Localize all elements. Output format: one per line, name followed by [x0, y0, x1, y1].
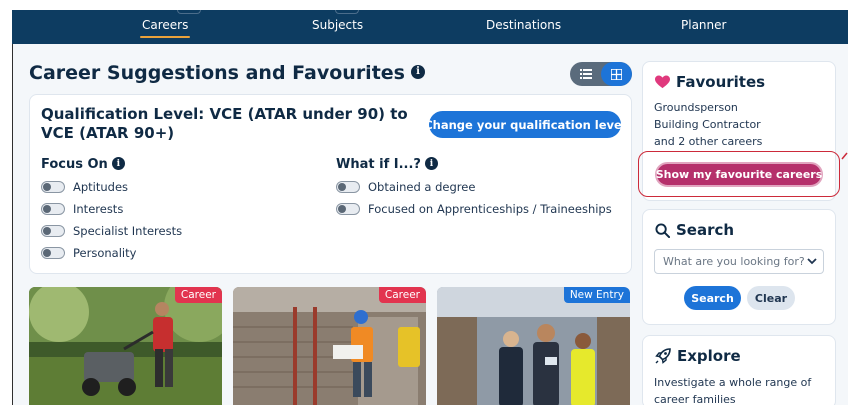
toggle-label: Focused on Apprenticeships / Traineeship… — [368, 202, 612, 216]
nav-tab-destinations[interactable]: Destinations — [486, 18, 561, 32]
grid-icon — [611, 68, 622, 80]
toggle-obtained-degree[interactable]: Obtained a degree — [336, 179, 475, 195]
page-title-text: Career Suggestions and Favourites — [29, 62, 405, 84]
info-icon[interactable]: i — [410, 64, 425, 79]
clear-button[interactable]: Clear — [747, 286, 795, 310]
nav-tab-planner[interactable]: Planner — [681, 18, 726, 32]
favourite-item: and 2 other careers — [654, 135, 763, 148]
toggle-specialist-interests[interactable]: Specialist Interests — [41, 223, 182, 239]
career-card-groundsperson[interactable]: Career — [29, 287, 222, 405]
filters-panel: Qualification Level: VCE (ATAR under 90)… — [29, 94, 632, 274]
toggle-switch[interactable] — [336, 181, 360, 193]
explore-description: career families — [654, 393, 736, 405]
list-icon — [579, 69, 592, 79]
toggle-label: Interests — [73, 202, 124, 216]
search-placeholder: What are you looking for? — [663, 255, 805, 268]
heart-icon — [655, 75, 670, 89]
explore-title: Explore — [677, 347, 741, 365]
search-input[interactable]: What are you looking for? — [654, 249, 824, 274]
what-if-title: What if I...? — [336, 157, 421, 172]
new-entry-badge: New Entry — [563, 287, 630, 303]
nav-ghost-mark — [177, 10, 201, 14]
toggle-label: Personality — [73, 246, 137, 260]
search-title: Search — [676, 221, 735, 239]
explore-description: Investigate a whole range of — [654, 376, 812, 389]
favourites-heading: Favourites — [655, 73, 765, 91]
view-toggle — [570, 62, 632, 86]
toggle-aptitudes[interactable]: Aptitudes — [41, 179, 128, 195]
favourite-item: Groundsperson — [654, 101, 738, 114]
annotation-arrow-icon — [841, 152, 848, 160]
top-nav: Careers Subjects Destinations Planner — [12, 10, 848, 44]
toggle-switch[interactable] — [41, 225, 65, 237]
list-view-button[interactable] — [570, 62, 601, 86]
focus-on-title: Focus On — [41, 157, 108, 172]
grid-view-button[interactable] — [601, 62, 632, 86]
toggle-switch[interactable] — [336, 203, 360, 215]
info-icon[interactable]: i — [424, 157, 438, 170]
toggle-apprenticeships[interactable]: Focused on Apprenticeships / Traineeship… — [336, 201, 612, 217]
focus-on-heading: Focus On i — [41, 157, 125, 172]
nav-tab-careers[interactable]: Careers — [139, 18, 191, 38]
toggle-label: Specialist Interests — [73, 224, 183, 238]
toggle-switch[interactable] — [41, 181, 65, 193]
explore-box: Explore Investigate a whole range of car… — [642, 335, 836, 405]
rocket-icon — [655, 348, 671, 364]
warehouse-workers-photo — [437, 287, 630, 405]
career-card-building-contractor[interactable]: Career — [233, 287, 426, 405]
change-qualification-button[interactable]: Change your qualification level — [424, 111, 626, 138]
career-badge: Career — [378, 287, 426, 303]
lawn-mowing-photo — [29, 287, 222, 405]
career-card-warehouse[interactable]: New Entry — [437, 287, 630, 405]
info-icon[interactable]: i — [111, 157, 125, 170]
what-if-heading: What if I...? i — [336, 157, 438, 172]
nav-ghost-mark — [335, 10, 359, 14]
nav-tab-subjects[interactable]: Subjects — [312, 18, 363, 32]
qualification-title: Qualification Level: VCE (ATAR under 90)… — [41, 105, 408, 142]
page-title: Career Suggestions and Favourites i — [29, 62, 425, 84]
search-icon — [655, 222, 670, 238]
toggle-label: Obtained a degree — [368, 180, 476, 194]
favourites-title: Favourites — [676, 73, 766, 91]
chevron-down-icon[interactable] — [807, 257, 817, 265]
toggle-switch[interactable] — [41, 203, 65, 215]
toggle-interests[interactable]: Interests — [41, 201, 123, 217]
career-badge: Career — [174, 287, 222, 303]
favourite-item: Building Contractor — [654, 118, 761, 131]
toggle-personality[interactable]: Personality — [41, 245, 136, 261]
toggle-label: Aptitudes — [73, 180, 129, 194]
search-heading: Search — [655, 221, 734, 239]
search-button[interactable]: Search — [684, 286, 741, 310]
show-favourite-careers-button[interactable]: Show my favourite careers — [655, 162, 823, 187]
construction-site-photo — [233, 287, 426, 405]
toggle-switch[interactable] — [41, 247, 65, 259]
search-box: Search What are you looking for? Search … — [642, 209, 836, 325]
explore-heading: Explore — [655, 347, 741, 365]
